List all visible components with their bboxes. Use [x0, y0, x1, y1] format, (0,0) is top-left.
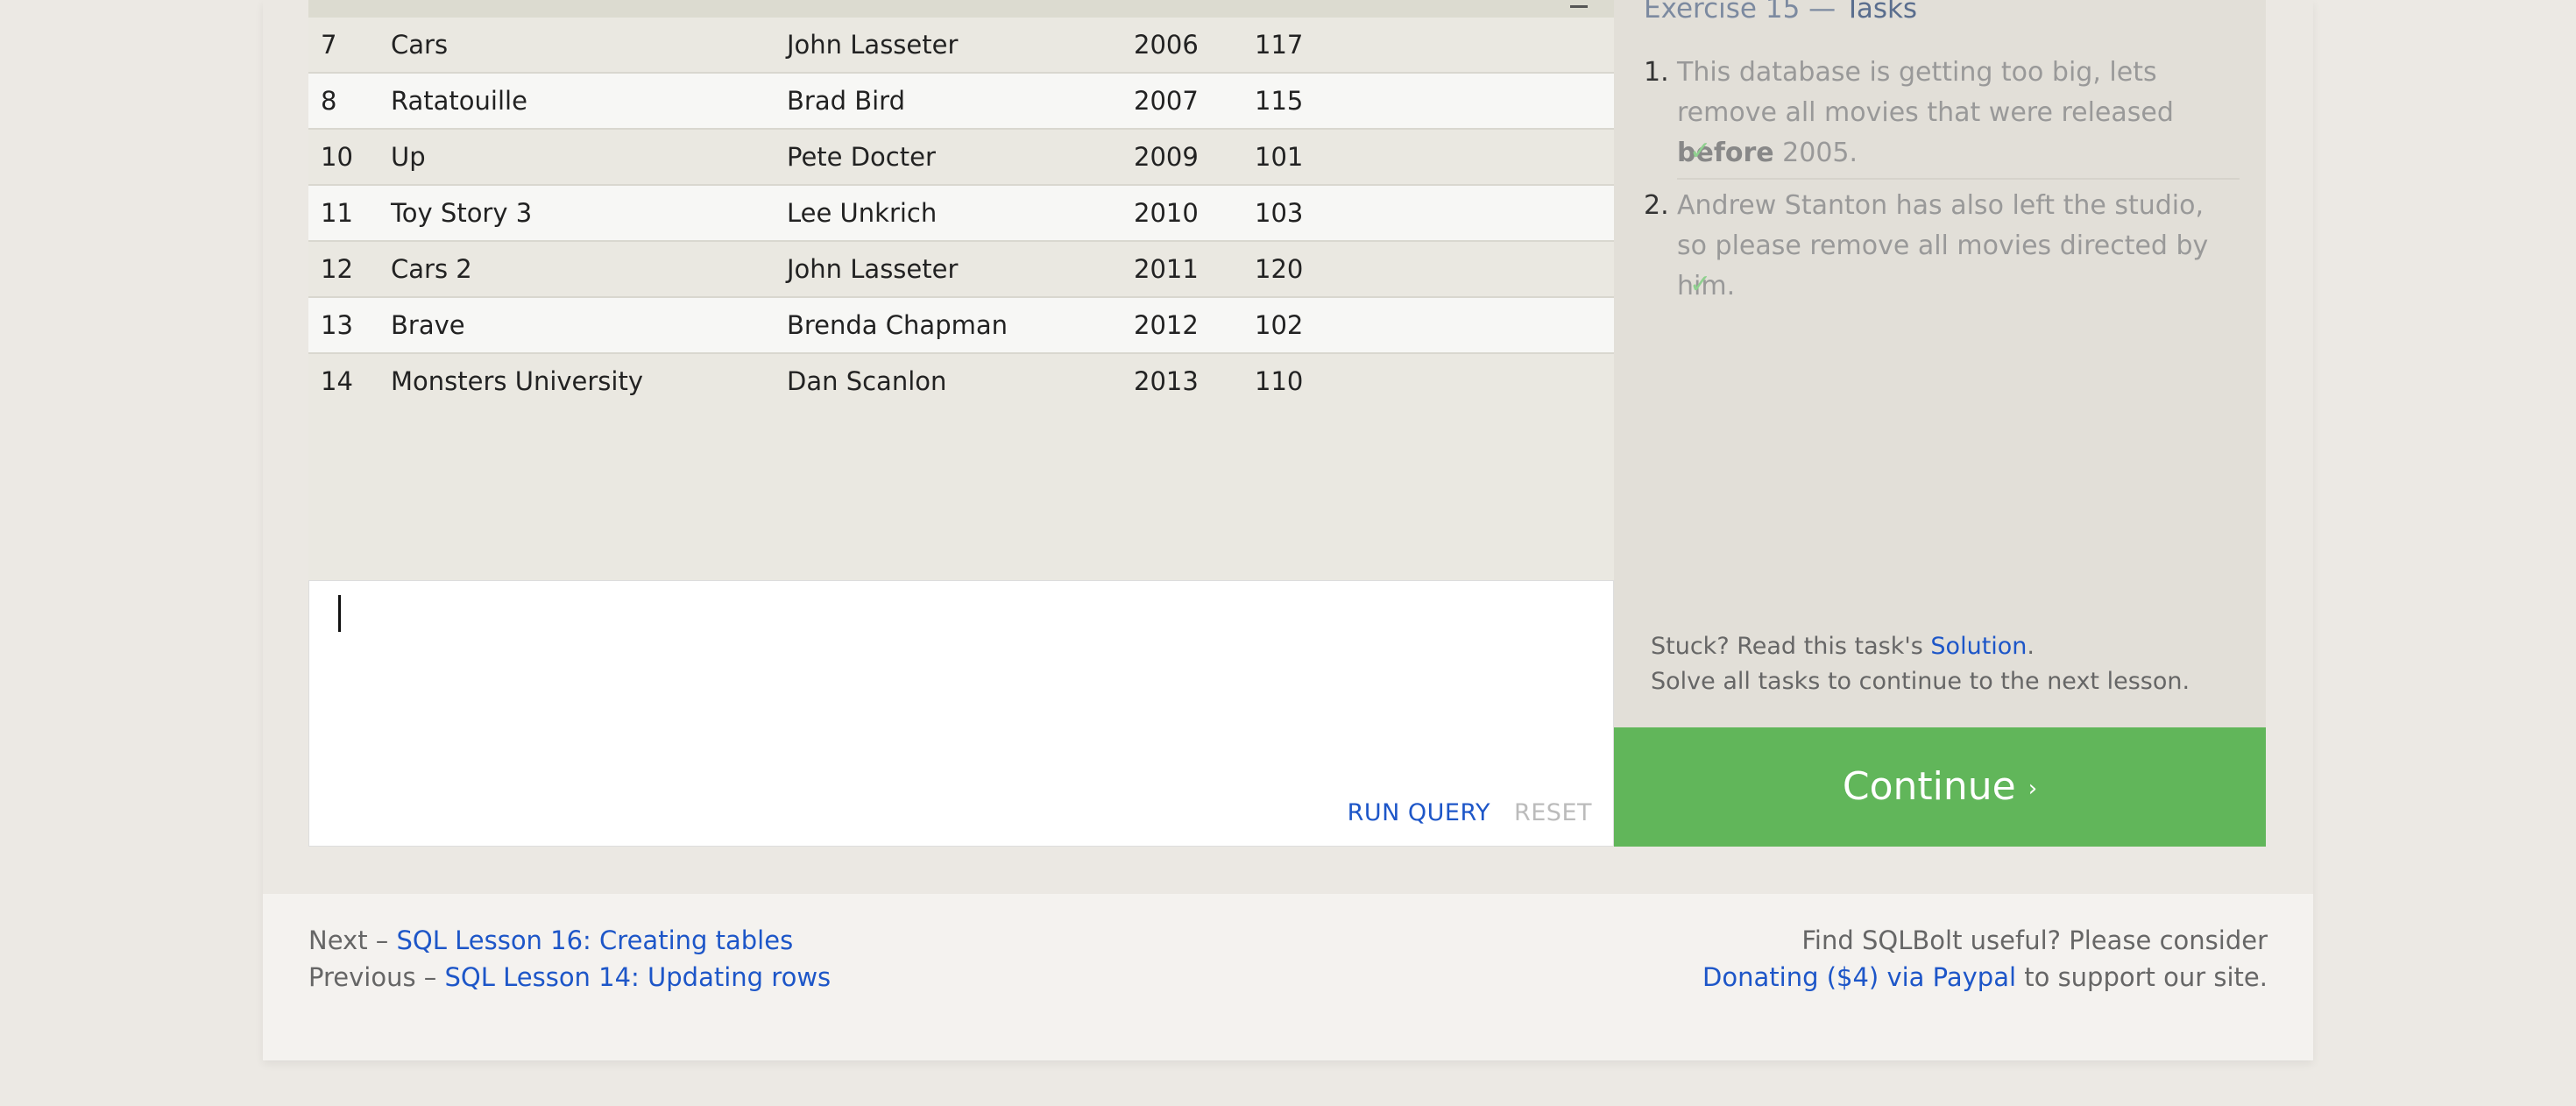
cell-id: 12 — [321, 254, 353, 284]
continue-button[interactable]: Continue › — [1614, 727, 2266, 847]
cell-year: 2007 — [1134, 86, 1199, 116]
task-text-end: 2005. — [1773, 138, 1858, 168]
cell-year: 2011 — [1134, 254, 1199, 284]
checkmark-icon: ✓ — [1689, 269, 1712, 300]
cell-title: Brave — [391, 310, 465, 340]
next-prefix: Next – — [308, 925, 397, 955]
cell-director: John Lasseter — [787, 30, 959, 60]
cell-director: Dan Scanlon — [787, 366, 947, 396]
tasks-title-prefix: Exercise 15 — — [1644, 0, 1845, 25]
run-query-button[interactable]: RUN QUERY — [1348, 799, 1490, 826]
help-text: Stuck? Read this task's Solution. Solve … — [1651, 629, 2190, 699]
task-number: 1. — [1644, 57, 1669, 88]
previous-lesson-line: Previous – SQL Lesson 14: Updating rows — [308, 959, 831, 996]
continue-label: Continue — [1842, 764, 2016, 809]
cell-length: 117 — [1255, 30, 1304, 60]
cell-year: 2006 — [1134, 30, 1199, 60]
table-row: 11 Toy Story 3 Lee Unkrich 2010 103 — [308, 186, 1614, 242]
task-text-main: This database is getting too big, lets r… — [1677, 57, 2174, 128]
cell-year: 2013 — [1134, 366, 1199, 396]
support-line-2: Donating ($4) via Paypal to support our … — [1702, 959, 2268, 996]
help-line-1: Stuck? Read this task's Solution. — [1651, 629, 2190, 664]
cell-id: 11 — [321, 198, 353, 228]
cell-director: Lee Unkrich — [787, 198, 938, 228]
cell-id: 8 — [321, 86, 337, 116]
sql-query-editor[interactable]: RUN QUERY RESET — [308, 580, 1614, 847]
cell-director: John Lasseter — [787, 254, 959, 284]
help-prefix: Stuck? Read this task's — [1651, 633, 1931, 660]
cell-length: 120 — [1255, 254, 1304, 284]
lesson-page: 7 Cars John Lasseter 2006 117 8 Ratatoui… — [263, 0, 2313, 1060]
text-cursor — [338, 595, 341, 632]
help-suffix: . — [2027, 633, 2035, 660]
cell-title: Monsters University — [391, 366, 644, 396]
cell-length: 115 — [1255, 86, 1304, 116]
table-row: 8 Ratatouille Brad Bird 2007 115 — [308, 74, 1614, 130]
cell-title: Up — [391, 142, 426, 172]
exercise-area: 7 Cars John Lasseter 2006 117 8 Ratatoui… — [308, 0, 2266, 847]
tasks-panel: Exercise 15 — Tasks 1. This database is … — [1614, 0, 2266, 727]
task-number: 2. — [1644, 190, 1669, 221]
query-results-table: 7 Cars John Lasseter 2006 117 8 Ratatoui… — [308, 0, 1614, 580]
cell-title: Ratatouille — [391, 86, 527, 116]
cell-length: 102 — [1255, 310, 1304, 340]
next-lesson-link[interactable]: SQL Lesson 16: Creating tables — [397, 925, 794, 955]
support-suffix: to support our site. — [2016, 962, 2268, 992]
table-header — [308, 0, 1614, 18]
cell-director: Brad Bird — [787, 86, 905, 116]
solution-link[interactable]: Solution — [1930, 633, 2027, 660]
cell-id: 10 — [321, 142, 353, 172]
checkmark-icon: ✓ — [1689, 136, 1712, 167]
table-row: 10 Up Pete Docter 2009 101 — [308, 130, 1614, 186]
cell-director: Brenda Chapman — [787, 310, 1008, 340]
task-text: Andrew Stanton has also left the studio,… — [1677, 186, 2238, 307]
help-line-2: Solve all tasks to continue to the next … — [1651, 668, 2190, 695]
table-row: 7 Cars John Lasseter 2006 117 — [308, 18, 1614, 74]
lesson-footer: Next – SQL Lesson 16: Creating tables Pr… — [263, 894, 2313, 1060]
task-text: This database is getting too big, lets r… — [1677, 53, 2238, 174]
chevron-right-icon: › — [2028, 776, 2038, 802]
cell-length: 103 — [1255, 198, 1304, 228]
table-row: 14 Monsters University Dan Scanlon 2013 … — [308, 354, 1614, 408]
donate-link[interactable]: Donating ($4) via Paypal — [1702, 962, 2016, 992]
next-lesson-line: Next – SQL Lesson 16: Creating tables — [308, 922, 831, 959]
table-row: 13 Brave Brenda Chapman 2012 102 — [308, 298, 1614, 354]
tasks-title: Exercise 15 — Tasks — [1644, 0, 1917, 25]
cell-title: Cars 2 — [391, 254, 472, 284]
cell-length: 101 — [1255, 142, 1304, 172]
task-item: 1. This database is getting too big, let… — [1644, 53, 2240, 168]
lesson-navigation: Next – SQL Lesson 16: Creating tables Pr… — [308, 922, 831, 996]
cell-length: 110 — [1255, 366, 1304, 396]
cell-year: 2012 — [1134, 310, 1199, 340]
support-line-1: Find SQLBolt useful? Please consider — [1801, 925, 2268, 955]
reset-button[interactable]: RESET — [1514, 799, 1592, 826]
tasks-title-strong: Tasks — [1844, 0, 1918, 25]
cell-id: 13 — [321, 310, 353, 340]
task-divider — [1677, 178, 2240, 180]
task-item: 2. Andrew Stanton has also left the stud… — [1644, 186, 2240, 301]
support-message: Find SQLBolt useful? Please consider Don… — [1702, 922, 2268, 996]
cell-year: 2010 — [1134, 198, 1199, 228]
cell-title: Cars — [391, 30, 449, 60]
cell-id: 14 — [321, 366, 353, 396]
cell-director: Pete Docter — [787, 142, 936, 172]
cell-title: Toy Story 3 — [391, 198, 533, 228]
previous-lesson-link[interactable]: SQL Lesson 14: Updating rows — [445, 962, 832, 992]
cell-id: 7 — [321, 30, 337, 60]
task-text-main: Andrew Stanton has also left the studio,… — [1677, 190, 2209, 301]
table-row: 12 Cars 2 John Lasseter 2011 120 — [308, 242, 1614, 298]
cell-year: 2009 — [1134, 142, 1199, 172]
header-label-fragment — [1570, 0, 1588, 8]
previous-prefix: Previous – — [308, 962, 445, 992]
